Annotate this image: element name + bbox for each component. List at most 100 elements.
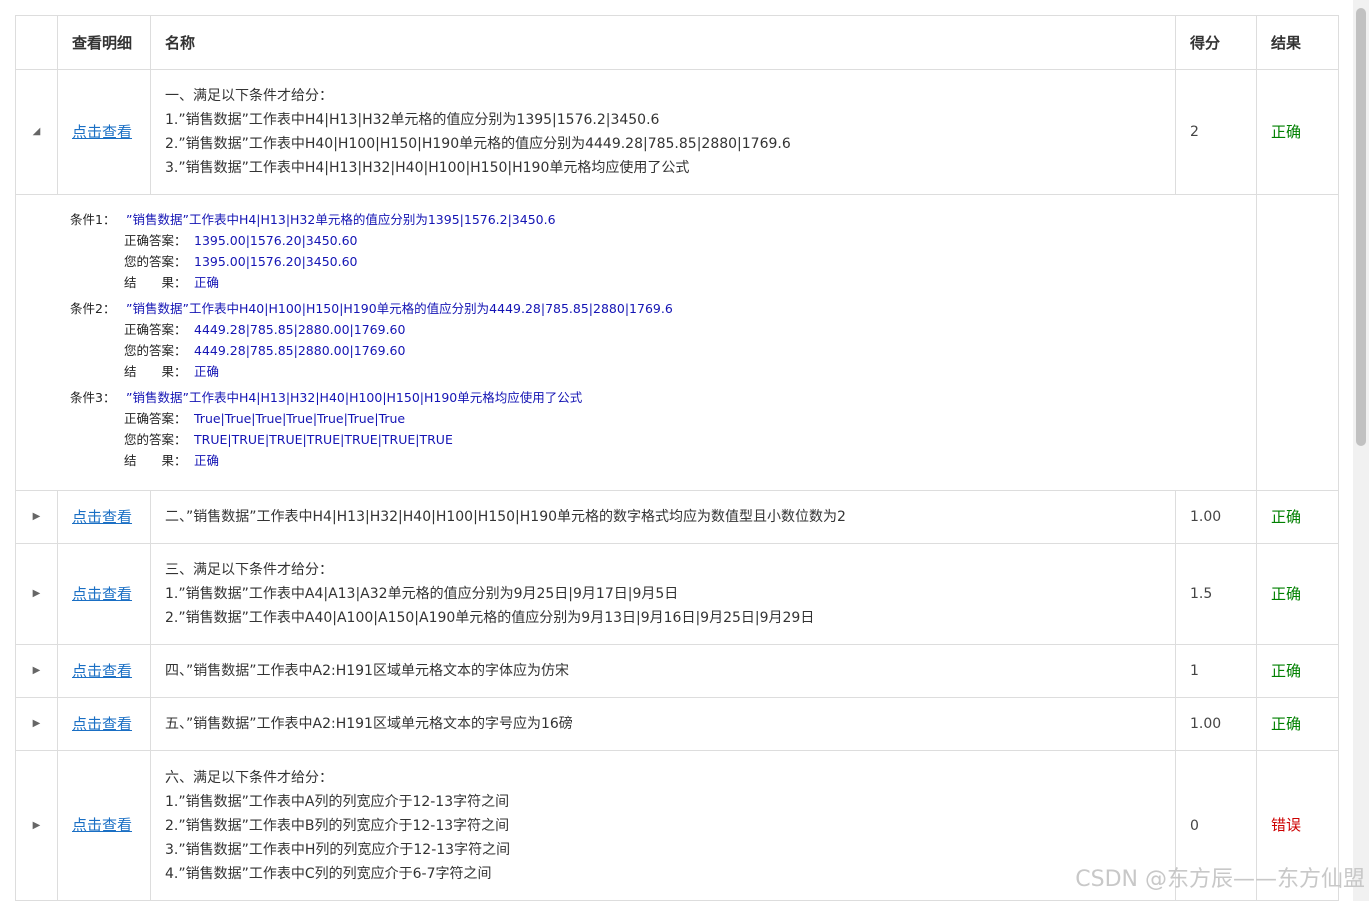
header-view-detail: 查看明细 — [57, 15, 151, 70]
name-cell: 一、满足以下条件才给分： 1.”销售数据”工作表中H4|H13|H32单元格的值… — [150, 69, 1176, 195]
name-line: 1.”销售数据”工作表中A列的列宽应介于12-13字符之间 — [165, 793, 510, 810]
name-line: 六、满足以下条件才给分： — [165, 769, 333, 786]
scrollbar-thumb[interactable] — [1356, 8, 1366, 446]
correct-answer: 4449.28|785.85|2880.00|1769.60 — [194, 322, 406, 337]
header-toggle — [15, 15, 58, 70]
name-line: 四、”销售数据”工作表中A2:H191区域单元格文本的字体应为仿宋 — [165, 663, 569, 679]
view-cell: 点击查看 — [57, 697, 151, 751]
correct-answer-label: 正确答案： — [124, 411, 187, 426]
name-cell: 六、满足以下条件才给分： 1.”销售数据”工作表中A列的列宽应介于12-13字符… — [150, 750, 1176, 901]
view-cell: 点击查看 — [57, 490, 151, 544]
condition-label: 条件1： — [70, 212, 116, 227]
condition-desc: ”销售数据”工作表中H40|H100|H150|H190单元格的值应分别为444… — [126, 301, 673, 316]
result-cell: 正确 — [1256, 697, 1339, 751]
score-cell: 1.00 — [1175, 490, 1257, 544]
your-answer: TRUE|TRUE|TRUE|TRUE|TRUE|TRUE|TRUE — [194, 432, 453, 447]
correct-answer-label: 正确答案： — [124, 233, 187, 248]
view-detail-link[interactable]: 点击查看 — [72, 662, 132, 680]
score-value: 1.5 — [1190, 586, 1213, 602]
caret-right-icon: ▶ — [32, 588, 41, 599]
your-answer: 4449.28|785.85|2880.00|1769.60 — [194, 343, 406, 358]
result-cell: 正确 — [1256, 69, 1339, 195]
caret-right-icon: ▶ — [32, 665, 41, 676]
score-cell: 2 — [1175, 69, 1257, 195]
correct-answer: 1395.00|1576.20|3450.60 — [194, 233, 358, 248]
name-line: 二、”销售数据”工作表中H4|H13|H32|H40|H100|H150|H19… — [165, 509, 846, 525]
expand-toggle[interactable]: ▶ — [15, 697, 58, 751]
name-line: 2.”销售数据”工作表中B列的列宽应介于12-13字符之间 — [165, 817, 510, 834]
result-label: 结 果： — [124, 364, 187, 379]
view-detail-link[interactable]: 点击查看 — [72, 816, 132, 834]
expand-toggle[interactable]: ▶ — [15, 490, 58, 544]
score-value: 1.00 — [1190, 509, 1222, 525]
score-cell: 1.5 — [1175, 543, 1257, 645]
view-detail-link[interactable]: 点击查看 — [72, 715, 132, 733]
result-status: 正确 — [1271, 122, 1302, 141]
score-value: 2 — [1190, 124, 1199, 140]
view-cell: 点击查看 — [57, 69, 151, 195]
table-row: ▶ 点击查看 二、”销售数据”工作表中H4|H13|H32|H40|H100|H… — [15, 490, 1339, 544]
score-value: 1 — [1190, 663, 1199, 679]
score-value: 0 — [1190, 817, 1199, 834]
score-cell: 1 — [1175, 644, 1257, 698]
result-cell: 正确 — [1256, 644, 1339, 698]
name-line: 3.”销售数据”工作表中H4|H13|H32|H40|H100|H150|H19… — [165, 160, 690, 176]
your-answer: 1395.00|1576.20|3450.60 — [194, 254, 358, 269]
grading-table-wrapper: 查看明细 名称 得分 结果 ◢ 点击查看 一、满足以下条件才给分： 1.”销售数… — [15, 15, 1339, 901]
condition-desc: ”销售数据”工作表中H4|H13|H32单元格的值应分别为1395|1576.2… — [126, 212, 556, 227]
table-row: ◢ 点击查看 一、满足以下条件才给分： 1.”销售数据”工作表中H4|H13|H… — [15, 69, 1339, 195]
condition-result: 正确 — [194, 275, 220, 290]
name-line: 2.”销售数据”工作表中A40|A100|A150|A190单元格的值应分别为9… — [165, 610, 815, 626]
name-line: 4.”销售数据”工作表中C列的列宽应介于6-7字符之间 — [165, 865, 492, 882]
header-score: 得分 — [1175, 15, 1257, 70]
correct-answer-label: 正确答案： — [124, 322, 187, 337]
condition-block: 条件2： ”销售数据”工作表中H40|H100|H150|H190单元格的值应分别… — [70, 298, 1256, 382]
result-label: 结 果： — [124, 453, 187, 468]
grading-table: 查看明细 名称 得分 结果 ◢ 点击查看 一、满足以下条件才给分： 1.”销售数… — [15, 15, 1339, 901]
score-cell: 1.00 — [1175, 697, 1257, 751]
correct-answer: True|True|True|True|True|True|True — [194, 411, 406, 426]
view-cell: 点击查看 — [57, 644, 151, 698]
your-answer-label: 您的答案： — [124, 254, 187, 269]
name-line: 1.”销售数据”工作表中A4|A13|A32单元格的值应分别为9月25日|9月1… — [165, 586, 679, 602]
name-line: 3.”销售数据”工作表中H列的列宽应介于12-13字符之间 — [165, 841, 511, 858]
view-detail-link[interactable]: 点击查看 — [72, 123, 132, 141]
name-line: 五、”销售数据”工作表中A2:H191区域单元格文本的字号应为16磅 — [165, 716, 573, 732]
name-cell: 三、满足以下条件才给分： 1.”销售数据”工作表中A4|A13|A32单元格的值… — [150, 543, 1176, 645]
condition-block: 条件3： ”销售数据”工作表中H4|H13|H32|H40|H100|H150|H… — [70, 387, 1256, 471]
result-status: 正确 — [1271, 661, 1302, 680]
table-row: ▶ 点击查看 五、”销售数据”工作表中A2:H191区域单元格文本的字号应为16… — [15, 697, 1339, 751]
view-detail-link[interactable]: 点击查看 — [72, 585, 132, 603]
your-answer-label: 您的答案： — [124, 432, 187, 447]
name-line: 2.”销售数据”工作表中H40|H100|H150|H190单元格的值应分别为4… — [165, 136, 791, 152]
caret-right-icon: ▶ — [32, 511, 41, 522]
result-status: 错误 — [1271, 816, 1302, 834]
view-cell: 点击查看 — [57, 543, 151, 645]
condition-result: 正确 — [194, 453, 220, 468]
result-status: 正确 — [1271, 714, 1302, 733]
detail-row: 条件1： ”销售数据”工作表中H4|H13|H32单元格的值应分别为1395|15… — [15, 194, 1339, 491]
detail-result-spacer — [1256, 194, 1339, 491]
expand-toggle[interactable]: ▶ — [15, 644, 58, 698]
result-cell: 正确 — [1256, 543, 1339, 645]
condition-label: 条件3： — [70, 390, 116, 405]
vertical-scrollbar[interactable] — [1353, 0, 1369, 901]
result-status: 正确 — [1271, 507, 1302, 526]
name-line: 1.”销售数据”工作表中H4|H13|H32单元格的值应分别为1395|1576… — [165, 112, 660, 128]
view-cell: 点击查看 — [57, 750, 151, 901]
result-status: 正确 — [1271, 584, 1302, 603]
result-cell: 正确 — [1256, 490, 1339, 544]
name-cell: 四、”销售数据”工作表中A2:H191区域单元格文本的字体应为仿宋 — [150, 644, 1176, 698]
view-detail-link[interactable]: 点击查看 — [72, 508, 132, 526]
name-cell: 五、”销售数据”工作表中A2:H191区域单元格文本的字号应为16磅 — [150, 697, 1176, 751]
detail-panel: 条件1： ”销售数据”工作表中H4|H13|H32单元格的值应分别为1395|15… — [15, 194, 1257, 491]
score-value: 1.00 — [1190, 716, 1222, 732]
expand-toggle[interactable]: ▶ — [15, 543, 58, 645]
table-row: ▶ 点击查看 三、满足以下条件才给分： 1.”销售数据”工作表中A4|A13|A… — [15, 543, 1339, 645]
expand-toggle[interactable]: ◢ — [15, 69, 58, 195]
name-line: 三、满足以下条件才给分： — [165, 562, 333, 578]
expand-toggle[interactable]: ▶ — [15, 750, 58, 901]
header-name: 名称 — [150, 15, 1176, 70]
your-answer-label: 您的答案： — [124, 343, 187, 358]
caret-right-icon: ▶ — [32, 819, 41, 831]
